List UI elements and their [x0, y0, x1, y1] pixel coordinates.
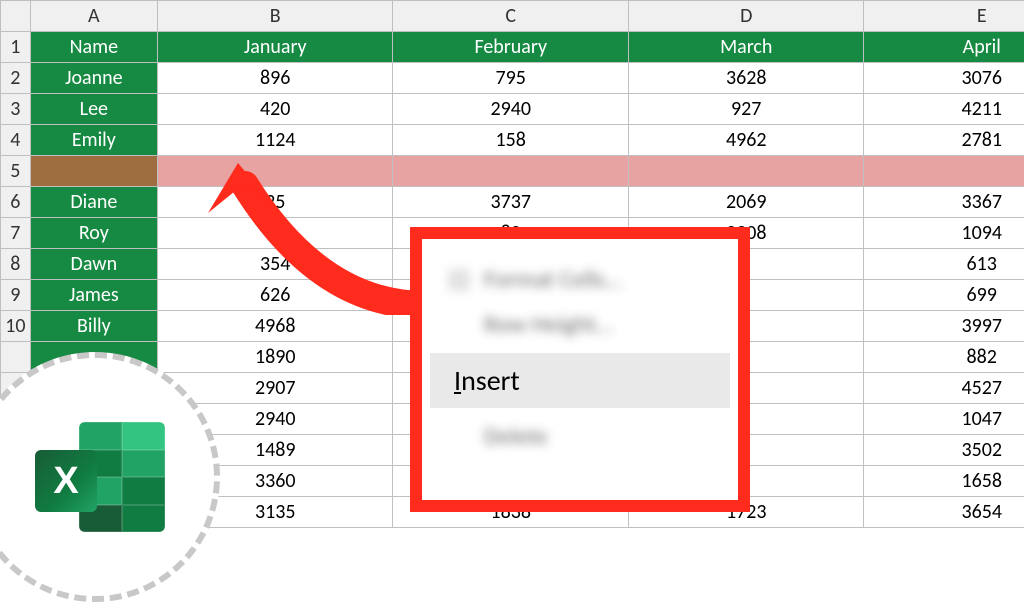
col-header-C[interactable]: C — [393, 1, 629, 32]
excel-logo-icon: X — [35, 422, 165, 542]
row-header-6[interactable]: 6 — [1, 187, 31, 218]
header-march[interactable]: March — [628, 32, 864, 63]
header-january[interactable]: January — [157, 32, 393, 63]
menu-item-delete[interactable]: Delete — [430, 414, 730, 459]
menu-item-row-height[interactable]: Row Height… — [430, 302, 730, 347]
header-february[interactable]: February — [393, 32, 629, 63]
col-header-A[interactable]: A — [30, 1, 157, 32]
table-row: 4 Emily 1124 158 4962 2781 — [1, 125, 1024, 156]
menu-item-insert[interactable]: Insert — [430, 353, 730, 408]
inserted-row[interactable]: 5 — [1, 156, 1024, 187]
header-row: 1 Name January February March April — [1, 32, 1024, 63]
menu-item-format-cells[interactable]: Format Cells… — [430, 257, 730, 302]
row-header-10[interactable]: 10 — [1, 311, 31, 342]
table-row: 2 Joanne 896 795 3628 3076 — [1, 63, 1024, 94]
menu-item-insert-label: Insert — [454, 363, 520, 398]
row-header-3[interactable]: 3 — [1, 94, 31, 125]
table-row: 6 Diane 25 3737 2069 3367 — [1, 187, 1024, 218]
row-header-4[interactable]: 4 — [1, 125, 31, 156]
context-menu-callout: Format Cells… Row Height… Insert Delete — [410, 227, 750, 512]
row-header-9[interactable]: 9 — [1, 280, 31, 311]
row-header-8[interactable]: 8 — [1, 249, 31, 280]
col-header-E[interactable]: E — [864, 1, 1024, 32]
row-header-5[interactable]: 5 — [1, 156, 31, 187]
column-letters-row: A B C D E — [1, 1, 1024, 32]
format-cells-icon — [448, 269, 470, 291]
row-header-7[interactable]: 7 — [1, 218, 31, 249]
col-header-B[interactable]: B — [157, 1, 393, 32]
header-name[interactable]: Name — [30, 32, 157, 63]
row-header-2[interactable]: 2 — [1, 63, 31, 94]
header-april[interactable]: April — [864, 32, 1024, 63]
col-header-D[interactable]: D — [628, 1, 864, 32]
row-header-1[interactable]: 1 — [1, 32, 31, 63]
table-row: 3 Lee 420 2940 927 4211 — [1, 94, 1024, 125]
corner-cell[interactable] — [1, 1, 31, 32]
